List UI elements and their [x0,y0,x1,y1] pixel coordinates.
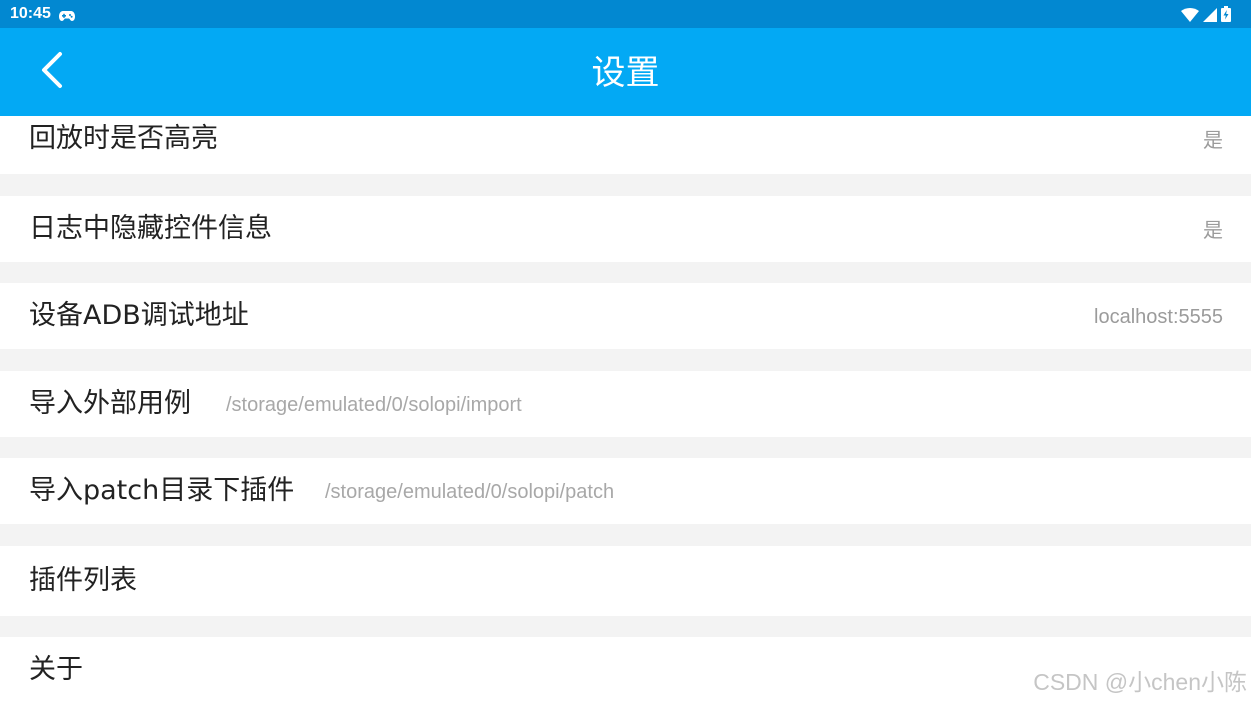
status-icons [1181,6,1231,26]
signal-icon [1203,7,1217,26]
setting-import-cases[interactable]: 导入外部用例 /storage/emulated/0/solopi/import [0,371,1251,437]
setting-label: 日志中隐藏控件信息 [29,213,272,244]
app-bar: 设置 [0,28,1251,116]
setting-value: 是 [1203,128,1223,152]
setting-path: /storage/emulated/0/solopi/patch [325,481,615,503]
setting-replay-highlight[interactable]: 回放时是否高亮 是 [0,116,1251,174]
setting-label: 关于 [29,654,83,685]
watermark: CSDN @小chen小陈 [1033,669,1247,695]
setting-label: 插件列表 [29,565,137,596]
setting-label: 导入外部用例 [29,388,191,419]
status-bar: 10:45 [0,0,1251,28]
setting-value: localhost:5555 [1094,306,1223,328]
setting-label: 回放时是否高亮 [29,123,218,154]
battery-charging-icon [1221,6,1231,26]
status-time: 10:45 [10,5,51,22]
setting-adb-address[interactable]: 设备ADB调试地址 localhost:5555 [0,283,1251,349]
setting-path: /storage/emulated/0/solopi/import [226,394,522,416]
page-title: 设置 [591,53,660,93]
setting-hide-widget-info[interactable]: 日志中隐藏控件信息 是 [0,196,1251,262]
setting-value: 是 [1203,218,1223,242]
setting-import-patch-plugins[interactable]: 导入patch目录下插件 /storage/emulated/0/solopi/… [0,458,1251,524]
setting-label: 导入patch目录下插件 [29,475,295,506]
setting-plugin-list[interactable]: 插件列表 [0,546,1251,616]
wifi-icon [1181,7,1199,26]
setting-label: 设备ADB调试地址 [29,300,249,331]
gamepad-icon [59,7,75,26]
